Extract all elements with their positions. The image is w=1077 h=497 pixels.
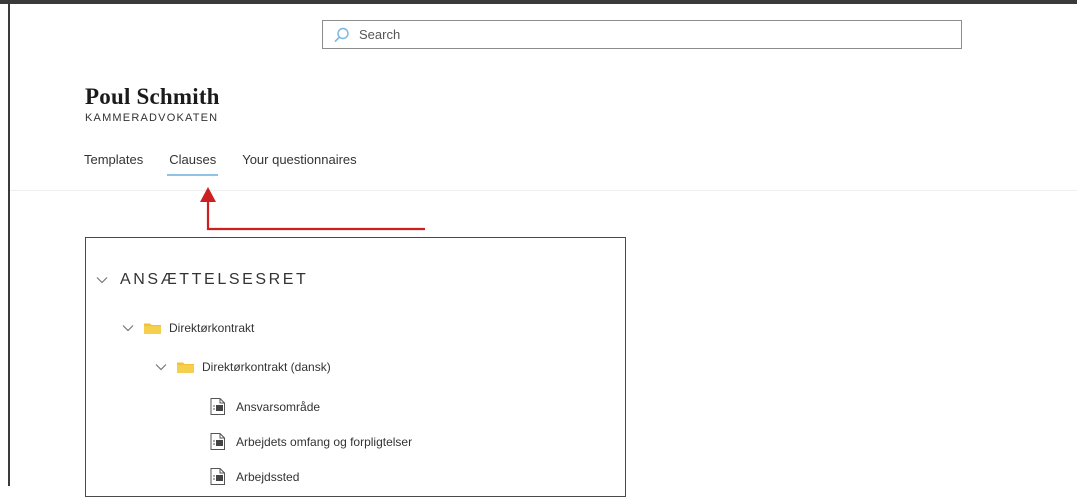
annotation-arrow — [200, 187, 425, 231]
tree-section-ansaettelsesret[interactable]: ANSÆTTELSESRET — [96, 271, 308, 289]
tree-section-label: ANSÆTTELSESRET — [120, 271, 309, 288]
folder-icon — [177, 362, 194, 373]
tree-document-ansvarsomraade[interactable]: Ansvarsområde — [210, 398, 320, 415]
chevron-down-icon[interactable] — [96, 274, 108, 286]
chevron-down-icon[interactable] — [122, 322, 134, 334]
clauses-tree-panel: ANSÆTTELSESRET Direktørkontrakt Direktør… — [85, 237, 626, 497]
tree-folder-direktoerkontrakt[interactable]: Direktørkontrakt — [122, 321, 254, 335]
tree-folder-label: Direktørkontrakt — [169, 321, 255, 335]
tree-subfolder-direktoerkontrakt-dansk[interactable]: Direktørkontrakt (dansk) — [155, 360, 331, 374]
document-icon — [210, 468, 225, 485]
tree-subfolder-label: Direktørkontrakt (dansk) — [202, 360, 331, 374]
document-icon — [210, 433, 225, 450]
tree-document-arbejdets-omfang[interactable]: Arbejdets omfang og forpligtelser — [210, 433, 412, 450]
search-input[interactable] — [357, 26, 921, 43]
folder-icon — [144, 323, 161, 334]
chevron-down-icon[interactable] — [155, 361, 167, 373]
tree-document-arbejdssted[interactable]: Arbejdssted — [210, 468, 299, 485]
tree-document-label: Arbejdets omfang og forpligtelser — [236, 434, 413, 449]
tree-document-label: Ansvarsområde — [236, 399, 321, 414]
tree-document-label: Arbejdssted — [236, 469, 300, 484]
document-icon — [210, 398, 225, 415]
